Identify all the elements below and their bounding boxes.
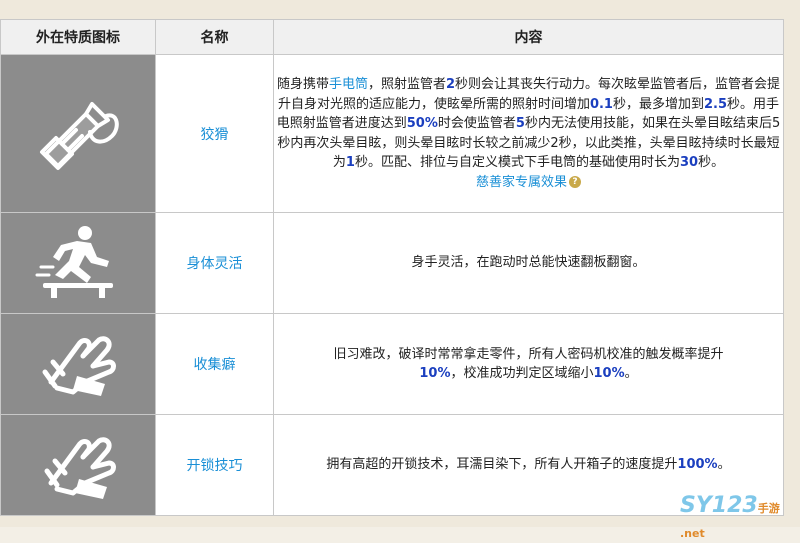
header-content: 内容 <box>273 19 784 55</box>
vault-running-icon <box>35 226 113 298</box>
trait-icon-cell <box>0 212 156 314</box>
watermark-logo: SY123手游 .net <box>680 493 800 543</box>
value: 5 <box>515 116 525 131</box>
grabbing-hand-icon <box>42 336 116 396</box>
text-segment: 秒。 <box>698 155 725 170</box>
flashlight-icon <box>40 101 119 170</box>
value: 1 <box>345 155 355 170</box>
lockpick-hand-icon <box>44 437 116 499</box>
header-name: 名称 <box>155 19 274 55</box>
value: 100% <box>677 457 718 473</box>
text-segment: 随身携带 <box>276 77 329 92</box>
value: 30 <box>679 155 699 170</box>
table-row: 身体灵活 身手灵活，在跑动时总能快速翻板翻窗。 <box>0 212 784 314</box>
text-segment: ，照射监管者 <box>367 77 446 92</box>
trait-name[interactable]: 狡猾 <box>155 54 274 213</box>
table-row: 收集癖 旧习难改，破译时常常拿走零件，所有人密码机校准的触发概率提升 10%，校准… <box>0 313 784 415</box>
trait-content: 身手灵活，在跑动时总能快速翻板翻窗。 <box>273 212 784 314</box>
help-icon[interactable]: ? <box>569 176 581 188</box>
trait-content: 随身携带手电筒，照射监管者2秒则会让其丧失行动力。每次眩晕监管者后，监管者会提升… <box>273 54 784 213</box>
text-segment: 。 <box>624 366 638 381</box>
value: 50% <box>406 116 438 131</box>
text-segment: 旧习难改，破译时常常拿走零件，所有人密码机校准的触发概率提升 <box>333 346 724 362</box>
watermark-text: SY123 <box>680 493 758 518</box>
text-segment: 秒，最多增加到 <box>612 96 704 112</box>
table-row: 狡猾 随身携带手电筒，照射监管者2秒则会让其丧失行动力。每次眩晕监管者后，监管者… <box>0 54 784 213</box>
value: 2 <box>445 77 456 92</box>
value: 0.1 <box>589 96 613 112</box>
flashlight-link[interactable]: 手电筒 <box>329 77 368 92</box>
trait-name[interactable]: 身体灵活 <box>155 212 274 314</box>
trait-icon-cell <box>0 313 156 415</box>
table-header-row: 外在特质图标 名称 内容 <box>0 19 784 55</box>
value: 10% <box>419 366 451 381</box>
header-icon: 外在特质图标 <box>0 19 156 55</box>
trait-icon-cell <box>0 414 156 516</box>
value: 10% <box>593 366 625 381</box>
philanthropist-exclusive-link[interactable]: 慈善家专属效果 <box>476 175 567 190</box>
text-segment: 拥有高超的开锁技术，耳濡目染下，所有人开箱子的速度提升 <box>326 457 678 473</box>
traits-table: 外在特质图标 名称 内容 狡猾 随身携带手电筒，照射监管者2秒则会让其丧失行动力… <box>0 19 784 516</box>
text-segment: 时会使监管者 <box>437 116 516 131</box>
text-segment: 秒。匹配、排位与自定义模式下手电筒的基础使用时长为 <box>354 155 680 170</box>
trait-name[interactable]: 开锁技巧 <box>155 414 274 516</box>
table-row: 开锁技巧 拥有高超的开锁技术，耳濡目染下，所有人开箱子的速度提升100%。 <box>0 414 784 516</box>
text-segment: 。 <box>717 457 731 473</box>
trait-name[interactable]: 收集癖 <box>155 313 274 415</box>
value: 2.5 <box>704 96 728 112</box>
text-segment: ，校准成功判定区域缩小 <box>450 366 594 381</box>
trait-icon-cell <box>0 54 156 213</box>
trait-content: 旧习难改，破译时常常拿走零件，所有人密码机校准的触发概率提升 10%，校准成功判定… <box>273 313 784 415</box>
